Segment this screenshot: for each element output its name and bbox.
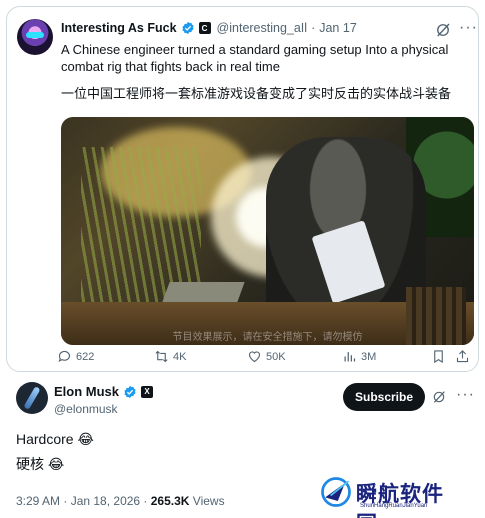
more-options-icon[interactable]: ··· [456,387,475,403]
heart-icon [248,351,261,363]
quoted-text-en: A Chinese engineer turned a standard gam… [61,42,449,74]
views-button[interactable]: 3M [342,349,376,364]
post-text-cn: 硬核 😂 [16,456,65,472]
reply-count: 622 [76,350,95,363]
like-count: 50K [266,350,286,363]
reply-button[interactable]: 622 [57,349,94,364]
author-display-name[interactable]: Elon Musk [54,384,119,399]
verified-badge-icon [124,385,136,398]
video-caption: 节目效果展示，请在安全措施下，请勿模仿 [172,332,363,343]
quoted-date[interactable]: Jan 17 [319,21,357,35]
repost-button[interactable]: 4K [154,349,186,364]
reply-icon [58,350,71,362]
x-affiliate-badge-icon: X [141,385,154,398]
repost-icon [155,350,168,363]
verified-badge-icon [182,21,194,35]
share-button[interactable] [455,349,470,364]
quoted-header: Interesting As Fuck C @interesting_aIl ·… [61,21,357,35]
post-timestamp[interactable]: 3:29 AM · Jan 18, 2026 · [16,494,151,508]
quoted-display-name[interactable]: Interesting As Fuck [61,21,177,35]
grok-icon[interactable] [434,21,452,39]
post-views-count: 265.3K [150,494,190,508]
quoted-action-bar: 622 4K 50K 3M [57,349,469,369]
bookmark-icon [434,350,443,364]
subscribe-button[interactable]: Subscribe [343,383,425,411]
more-options-icon[interactable]: ··· [459,20,478,36]
quoted-tweet[interactable]: Interesting As Fuck C @interesting_aIl ·… [6,6,479,372]
watermark-title: 瞬航软件园 [356,482,444,518]
affiliate-badge-icon: C [198,22,211,34]
post-views-label: Views [189,494,225,508]
author-handle[interactable]: @elonmusk [54,402,118,416]
like-button[interactable]: 50K [247,349,286,364]
share-icon [456,350,469,363]
video-media[interactable]: 节目效果展示，请在安全措施下，请勿模仿 [61,117,474,345]
views-count: 3M [361,350,377,363]
quoted-handle[interactable]: @interesting_aIl [217,21,308,35]
repost-count: 4K [173,350,187,363]
post-meta: 3:29 AM · Jan 18, 2026 · 265.3K Views [16,494,225,508]
grok-icon[interactable] [431,389,447,405]
author-header: Elon Musk X [54,384,154,399]
watermark-subtitle: ShunHangRuanJianYuan [360,503,428,509]
bookmark-button[interactable] [431,349,446,364]
post-text: Hardcore 😂 [16,431,94,447]
header-separator: · [311,21,316,35]
views-chart-icon [344,352,356,362]
quoted-avatar[interactable] [17,19,53,55]
watermark-logo-icon [321,477,351,507]
author-avatar[interactable] [16,382,48,414]
site-watermark: 瞬航软件园 ShunHangRuanJianYuan [318,472,458,518]
quoted-text-cn: 一位中国工程师将一套标准游戏设备变成了实时反击的实体战斗装备 [61,86,452,101]
